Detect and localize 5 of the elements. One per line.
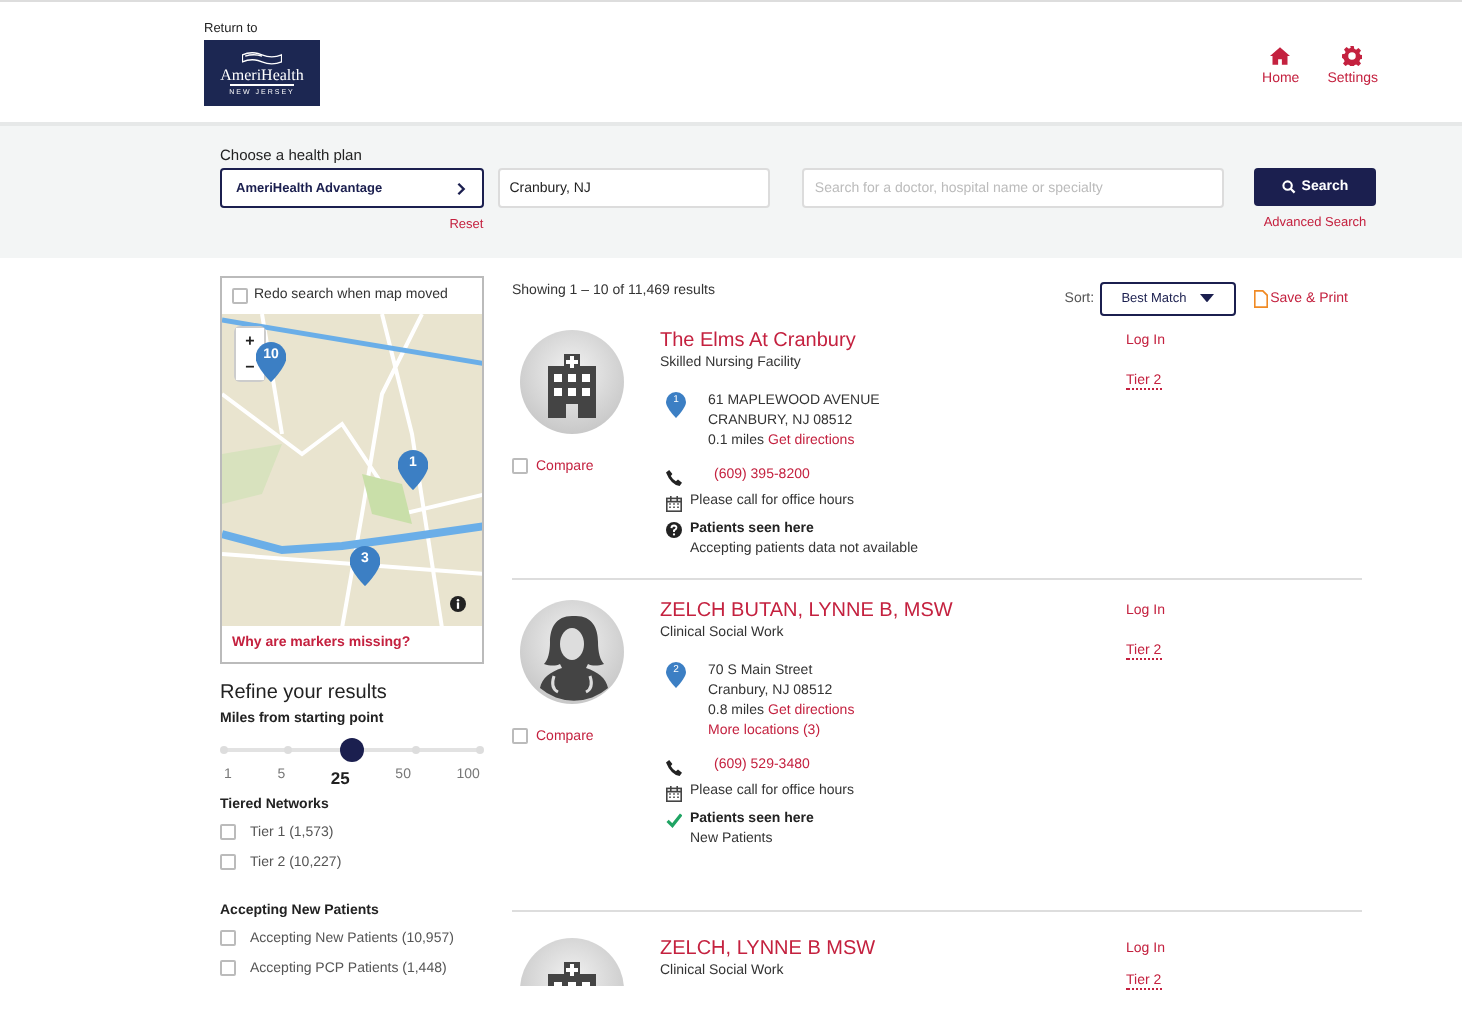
provider-name-link[interactable]: ZELCH, LYNNE B MSW (660, 938, 1126, 960)
section-title: Refine your results (220, 682, 389, 704)
distance-option[interactable]: 25 (330, 768, 350, 788)
provider-name-link[interactable]: The Elms At Cranbury (660, 330, 1126, 352)
provider-name-link[interactable]: ZELCH BUTAN, LYNNE B, MSW (660, 600, 1126, 622)
